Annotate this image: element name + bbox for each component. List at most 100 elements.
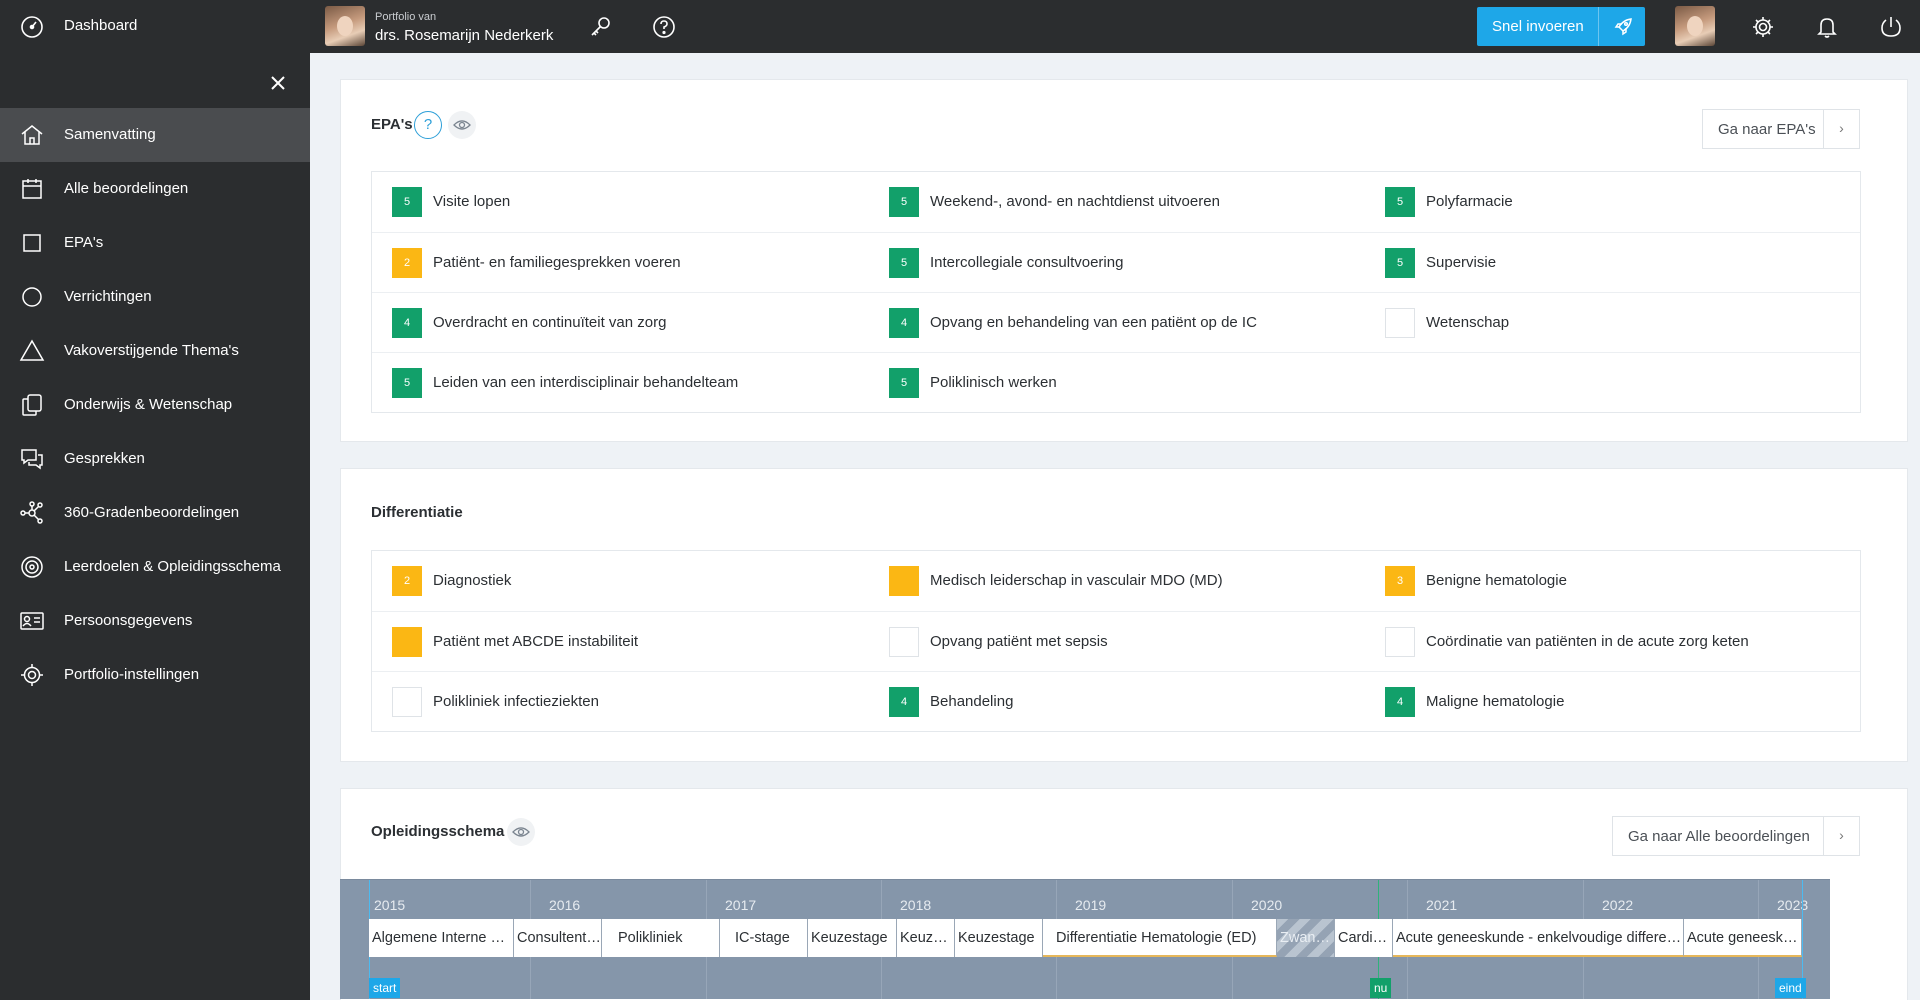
epa-label: Weekend-, avond- en nachtdienst uitvoere… xyxy=(930,193,1220,210)
epa-item[interactable]: 5 Poliklinisch werken xyxy=(868,353,1364,413)
triangle-icon xyxy=(19,339,45,361)
dashboard-label: Dashboard xyxy=(64,17,138,34)
question-mark-icon[interactable]: ? xyxy=(414,111,442,139)
timeline-segment[interactable]: Cardiologie xyxy=(1335,919,1393,957)
level-badge xyxy=(392,627,422,657)
epa-item[interactable]: 4 Overdracht en continuïteit van zorg xyxy=(372,293,868,353)
year-label: 2015 xyxy=(374,897,406,913)
differentiatie-label: Maligne hematologie xyxy=(1426,693,1565,710)
close-icon[interactable] xyxy=(264,69,292,97)
sidebar-item-alle-beoordelingen[interactable]: Alle beoordelingen xyxy=(0,162,310,216)
gear-icon xyxy=(21,664,43,686)
timeline-segment[interactable]: Algemene Interne Geneeskunde xyxy=(369,919,514,957)
ga-naar-epas-button[interactable]: Ga naar EPA's › xyxy=(1702,109,1860,149)
sidebar-item-leerdoelen-opleidingsschema[interactable]: Leerdoelen & Opleidingsschema xyxy=(0,540,310,594)
differentiatie-label: Medisch leiderschap in vasculair MDO (MD… xyxy=(930,572,1223,589)
user-avatar[interactable] xyxy=(1675,6,1715,46)
start-marker: start xyxy=(369,978,401,998)
sidebar-item-360-gradenbeoordelingen[interactable]: 360-Gradenbeoordelingen xyxy=(0,486,310,540)
top-bar: Dashboard Portfolio van drs. Rosemarijn … xyxy=(0,0,1920,53)
differentiatie-item[interactable]: Coördinatie van patiënten in de acute zo… xyxy=(1364,612,1860,672)
differentiatie-item[interactable]: Patiënt met ABCDE instabiliteit xyxy=(372,612,868,672)
timeline-segment[interactable]: Keuzestage xyxy=(955,919,1043,957)
bell-icon[interactable] xyxy=(1814,14,1840,40)
key-icon[interactable] xyxy=(587,14,613,40)
epa-label: Supervisie xyxy=(1426,254,1497,271)
documents-icon xyxy=(22,394,42,416)
ga-naar-alle-beoordelingen-button[interactable]: Ga naar Alle beoordelingen › xyxy=(1612,816,1860,856)
sidebar-item-portfolio-instellingen[interactable]: Portfolio-instellingen xyxy=(0,648,310,702)
epa-item[interactable]: 5 Visite lopen xyxy=(372,172,868,232)
level-badge xyxy=(1385,627,1415,657)
sidebar: Samenvatting Alle beoordelingen EPA's Ve… xyxy=(0,53,310,1000)
level-badge: 5 xyxy=(889,187,919,217)
eye-icon[interactable] xyxy=(507,818,535,846)
timeline-segment[interactable]: Acute geneeskunde xyxy=(1684,919,1802,957)
epa-item[interactable]: 4 Opvang en behandeling van een patiënt o… xyxy=(868,293,1364,353)
differentiatie-label: Benigne hematologie xyxy=(1426,572,1567,589)
sidebar-item-gesprekken[interactable]: Gesprekken xyxy=(0,432,310,486)
differentiatie-item[interactable]: 4 Behandeling xyxy=(868,672,1364,732)
sidebar-item-epas[interactable]: EPA's xyxy=(0,216,310,270)
epa-item[interactable]: 5 Leiden van een interdisciplinair behand… xyxy=(372,353,868,413)
epa-item[interactable]: 5 Supervisie xyxy=(1364,233,1860,293)
differentiatie-label: Behandeling xyxy=(930,693,1014,710)
timeline-segment[interactable]: IC-stage xyxy=(720,919,808,957)
eye-icon[interactable] xyxy=(448,111,476,139)
sidebar-item-label: Vakoverstijgende Thema's xyxy=(64,342,239,359)
rocket-icon xyxy=(1614,18,1632,36)
snel-invoeren-button[interactable]: Snel invoeren xyxy=(1477,7,1645,46)
gear-icon[interactable] xyxy=(1750,14,1776,40)
sidebar-item-onderwijs-wetenschap[interactable]: Onderwijs & Wetenschap xyxy=(0,378,310,432)
epa-item[interactable]: 2 Patiënt- en familiegesprekken voeren xyxy=(372,233,868,293)
main-content: EPA's ? Ga naar EPA's › 5 Visite lopen 5W… xyxy=(310,53,1920,1000)
power-icon[interactable] xyxy=(1878,14,1904,40)
table-row: 4 Overdracht en continuïteit van zorg 4 Op… xyxy=(372,292,1860,352)
sidebar-item-samenvatting[interactable]: Samenvatting xyxy=(0,108,310,162)
differentiatie-item[interactable]: 3 Benigne hematologie xyxy=(1364,551,1860,611)
differentiatie-card: Differentiatie 2 Diagnostiek Medisch leid… xyxy=(340,468,1908,762)
dashboard-link[interactable]: Dashboard xyxy=(0,0,310,53)
ga-naar-alle-beoordelingen-label: Ga naar Alle beoordelingen xyxy=(1628,828,1810,845)
timeline-segment[interactable]: Zwangerschapsverlof xyxy=(1277,919,1335,957)
epa-label: Wetenschap xyxy=(1426,314,1510,331)
sidebar-item-persoonsgegevens[interactable]: Persoonsgegevens xyxy=(0,594,310,648)
epa-label: Polyfarmacie xyxy=(1426,193,1513,210)
year-label: 2017 xyxy=(725,897,757,913)
epa-item[interactable]: 5 Intercollegiale consultvoering xyxy=(868,233,1364,293)
sidebar-item-label: Verrichtingen xyxy=(64,288,152,305)
differentiatie-item[interactable]: Medisch leiderschap in vasculair MDO (MD… xyxy=(868,551,1364,611)
year-label: 2019 xyxy=(1075,897,1107,913)
sidebar-item-verrichtingen[interactable]: Verrichtingen xyxy=(0,270,310,324)
timeline-segment[interactable]: Acute geneeskunde - enkelvoudige differe… xyxy=(1393,919,1684,957)
opleidingsschema-section-title: Opleidingsschema xyxy=(371,823,505,840)
timeline-segment[interactable]: Differentiatie Hematologie (ED) xyxy=(1043,919,1277,957)
level-badge: 5 xyxy=(889,368,919,398)
epa-item[interactable]: 5 Weekend-, avond- en nachtdienst uitvoer… xyxy=(868,172,1364,232)
epa-label: Intercollegiale consultvoering xyxy=(930,254,1124,271)
help-icon[interactable] xyxy=(651,14,677,40)
differentiatie-item[interactable]: 4 Maligne hematologie xyxy=(1364,672,1860,732)
chevron-right-icon: › xyxy=(1823,110,1859,148)
level-badge: 5 xyxy=(392,187,422,217)
timeline-segment[interactable]: Keuzestage xyxy=(808,919,897,957)
square-icon xyxy=(23,234,41,252)
level-badge: 3 xyxy=(1385,566,1415,596)
timeline-segment[interactable]: Keuzestage xyxy=(897,919,955,957)
differentiatie-label: Polikliniek infectieziekten xyxy=(433,693,599,710)
differentiatie-item[interactable]: Opvang patiënt met sepsis xyxy=(868,612,1364,672)
table-row: 2 Diagnostiek Medisch leiderschap in vasc… xyxy=(372,551,1860,611)
epa-label: Opvang en behandeling van een patiënt op… xyxy=(930,314,1257,331)
differentiatie-item[interactable]: 2 Diagnostiek xyxy=(372,551,868,611)
epa-item[interactable]: Wetenschap xyxy=(1364,293,1860,353)
epa-item[interactable]: 5 Polyfarmacie xyxy=(1364,172,1860,232)
portfolio-owner-name[interactable]: drs. Rosemarijn Nederkerk xyxy=(375,27,553,44)
timeline-segment[interactable]: Consultentschap xyxy=(514,919,602,957)
epa-grid: 5 Visite lopen 5 Weekend-, avond- en nacht… xyxy=(371,171,1861,413)
differentiatie-grid: 2 Diagnostiek Medisch leiderschap in vasc… xyxy=(371,550,1861,732)
sidebar-item-vakoverstijgende-themas[interactable]: Vakoverstijgende Thema's xyxy=(0,324,310,378)
differentiatie-item[interactable]: Polikliniek infectieziekten xyxy=(372,672,868,732)
level-badge: 4 xyxy=(889,308,919,338)
timeline-segment[interactable]: Polikliniek xyxy=(602,919,720,957)
level-badge: 5 xyxy=(1385,248,1415,278)
